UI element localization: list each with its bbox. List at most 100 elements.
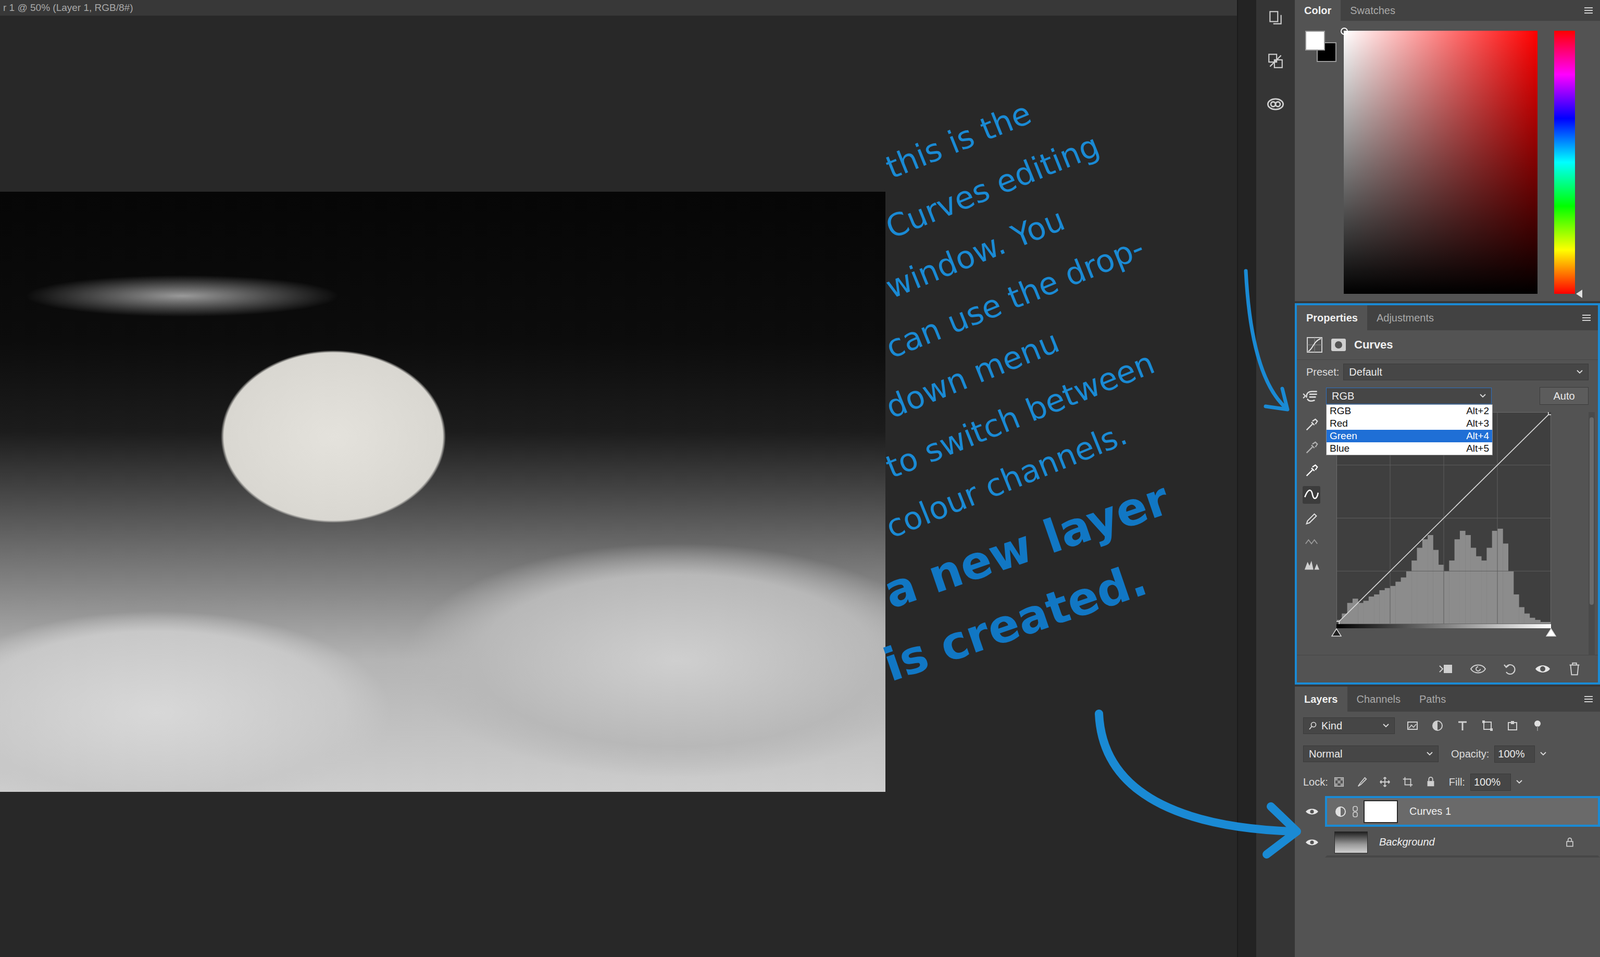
panel-tab[interactable]: Channels — [1347, 686, 1411, 712]
visibility-toggle[interactable] — [1294, 826, 1325, 858]
panel-tab[interactable]: Properties — [1296, 305, 1368, 331]
black-point-eyedropper-icon[interactable] — [1303, 417, 1320, 433]
adjustment-layer-icon — [1334, 805, 1347, 818]
preset-select[interactable]: Default — [1343, 363, 1589, 381]
glyphs-icon[interactable] — [1266, 52, 1285, 70]
smooth-curve-icon[interactable] — [1303, 533, 1320, 550]
layer-mask-thumbnail[interactable] — [1363, 800, 1398, 823]
hue-slider[interactable] — [1554, 30, 1575, 294]
histogram-bar — [1443, 570, 1450, 624]
libraries-icon[interactable] — [1266, 94, 1285, 114]
layer-item[interactable]: Curves 1 — [1325, 795, 1600, 827]
color-marker[interactable] — [1340, 27, 1348, 35]
visibility-eye-icon[interactable] — [1534, 660, 1552, 678]
adjustment-filter-icon[interactable] — [1431, 719, 1444, 732]
histogram-bar — [1432, 550, 1439, 624]
gray-point-eyedropper-icon[interactable] — [1303, 440, 1320, 456]
white-point-eyedropper-icon[interactable] — [1303, 463, 1320, 479]
foreground-color-swatch[interactable] — [1305, 30, 1325, 51]
document-tab[interactable]: r 1 @ 50% (Layer 1, RGB/8#) — [3, 2, 134, 14]
histogram-bar — [1513, 594, 1520, 624]
panel-tab[interactable]: Paths — [1409, 686, 1456, 712]
hue-marker[interactable] — [1576, 289, 1583, 298]
chevron-icon — [1426, 751, 1433, 756]
channel-option[interactable]: RedAlt+3 — [1326, 417, 1493, 430]
layer-item[interactable]: Background — [1325, 826, 1600, 858]
histogram-bar — [1508, 570, 1515, 624]
lock-pixels-icon[interactable] — [1356, 776, 1368, 788]
fill-field[interactable]: 100% — [1470, 773, 1511, 791]
color-swatches — [1305, 30, 1338, 64]
filter-kind-select[interactable]: Kind — [1303, 717, 1395, 734]
visibility-toggle[interactable] — [1294, 795, 1325, 827]
curve-line[interactable] — [1336, 411, 1552, 624]
pencil-icon[interactable] — [1303, 510, 1320, 527]
curves-adjustment-icon[interactable] — [1306, 336, 1323, 354]
black-point-handle-icon[interactable] — [1331, 628, 1342, 637]
curve-point[interactable] — [1548, 411, 1552, 415]
panel-tab[interactable]: Adjustments — [1367, 305, 1444, 331]
channel-select[interactable]: RGB — [1326, 387, 1492, 405]
scrollbar[interactable] — [1588, 411, 1595, 655]
lock-position-icon[interactable] — [1379, 776, 1391, 788]
panel-tab[interactable]: Color — [1294, 0, 1341, 21]
white-point-handle-icon[interactable] — [1545, 628, 1557, 637]
adjustment-title: Curves — [1354, 338, 1394, 352]
smart-object-filter-icon[interactable] — [1506, 719, 1519, 732]
link-icon[interactable] — [1352, 805, 1359, 818]
type-filter-icon[interactable] — [1456, 719, 1469, 732]
lock-artboard-icon[interactable] — [1402, 776, 1414, 788]
targeted-adjustment-hand-icon[interactable] — [1302, 386, 1320, 405]
trash-icon[interactable] — [1566, 660, 1583, 677]
layer-row[interactable]: Curves 1 — [1294, 795, 1600, 827]
lock-icon[interactable] — [1564, 836, 1575, 848]
auto-button[interactable]: Auto — [1539, 386, 1589, 405]
arrow-to-layer-icon — [1098, 713, 1297, 855]
fill-chevron-icon[interactable] — [1516, 779, 1523, 784]
input-slider — [1331, 628, 1557, 637]
blend-mode-select[interactable]: Normal — [1303, 745, 1439, 762]
channel-dropdown: RGBRGBAlt+2RedAlt+3GreenAlt+4BlueAlt+5 — [1326, 387, 1492, 405]
layer-name[interactable]: Curves 1 — [1409, 805, 1452, 818]
opacity-chevron-icon[interactable] — [1540, 751, 1547, 756]
gutter — [1236, 0, 1257, 957]
chevron-icon — [1479, 393, 1486, 398]
annotation-note: a new layeris created. — [893, 542, 1237, 689]
view-previous-state-icon[interactable] — [1469, 660, 1487, 678]
tone-gradient-bar — [1336, 623, 1552, 629]
channel-option[interactable]: RGBAlt+2 — [1326, 404, 1493, 418]
histogram-bar — [1454, 539, 1461, 624]
clip-to-layer-icon[interactable] — [1437, 660, 1455, 678]
lock-transparency-icon[interactable] — [1333, 776, 1345, 788]
shape-filter-icon[interactable] — [1481, 719, 1494, 732]
histogram-bar — [1438, 564, 1445, 624]
layer-name[interactable]: Background — [1379, 835, 1435, 848]
layers-panel: LayersChannelsPathsKindNormalOpacity:100… — [1294, 686, 1600, 957]
channel-option[interactable]: GreenAlt+4 — [1326, 429, 1493, 443]
histogram-bar — [1486, 547, 1493, 624]
histogram-bar — [1497, 528, 1504, 624]
panel-tab[interactable]: Swatches — [1340, 0, 1405, 21]
histogram-bar — [1341, 613, 1348, 624]
eye-icon[interactable] — [1305, 807, 1319, 816]
reset-icon[interactable] — [1502, 660, 1519, 678]
layer-thumbnail[interactable] — [1334, 831, 1368, 854]
history-icon[interactable] — [1266, 9, 1285, 28]
edit-points-curve-icon[interactable] — [1302, 485, 1321, 504]
mask-icon[interactable] — [1330, 336, 1347, 354]
annotations: this is theCurves editingwindow. Youcan … — [893, 123, 1237, 689]
panel-menu-icon[interactable] — [1583, 6, 1594, 15]
clipping-warning-icon[interactable] — [1302, 556, 1321, 573]
channel-option[interactable]: BlueAlt+5 — [1326, 442, 1493, 455]
color-field[interactable] — [1343, 30, 1538, 294]
layer-row[interactable]: Background — [1294, 826, 1600, 858]
lock-all-icon[interactable] — [1425, 776, 1437, 788]
panel-tab[interactable]: Layers — [1294, 686, 1348, 712]
panel-menu-icon[interactable] — [1581, 313, 1592, 322]
panel-menu-icon[interactable] — [1583, 694, 1594, 704]
opacity-field[interactable]: 100% — [1494, 745, 1535, 763]
eye-icon[interactable] — [1305, 838, 1319, 847]
pixel-filter-icon[interactable] — [1406, 719, 1419, 732]
histogram-bar — [1411, 560, 1418, 624]
filter-toggle-icon[interactable] — [1531, 719, 1544, 732]
